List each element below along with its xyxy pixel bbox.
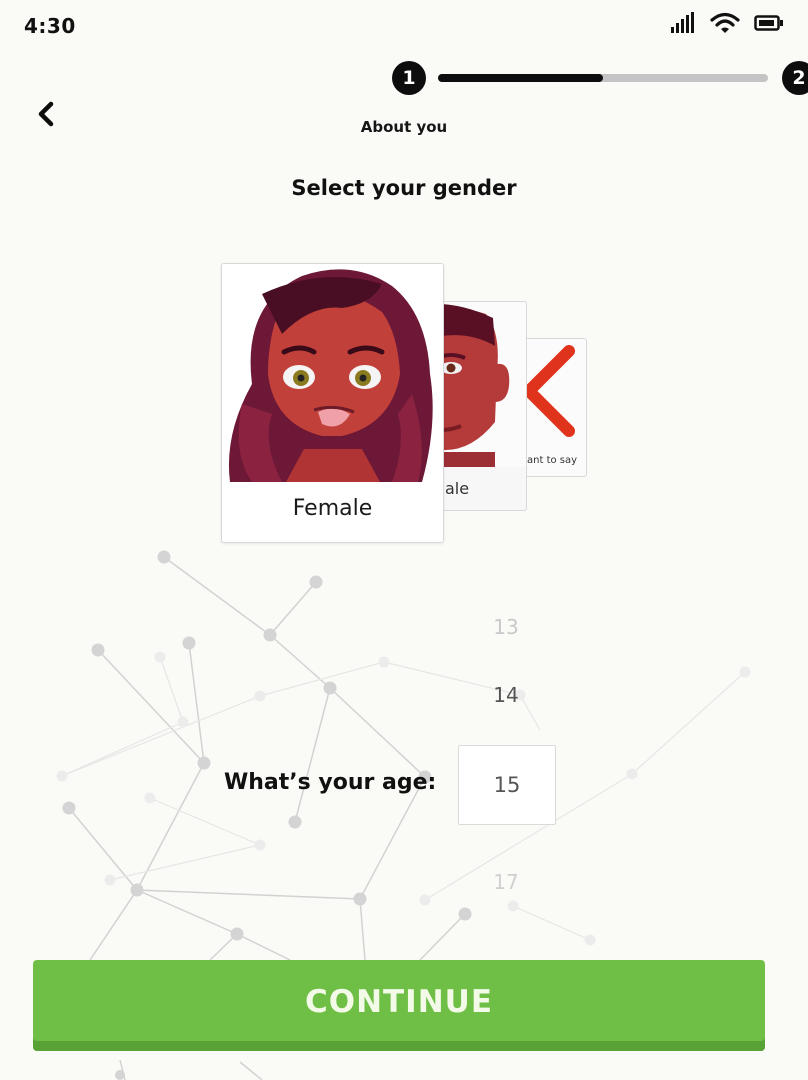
gender-question: Select your gender	[291, 176, 517, 200]
age-selected-text: 15	[493, 773, 521, 797]
gender-card-female[interactable]: Female	[221, 263, 444, 543]
continue-label: CONTINUE	[304, 983, 494, 1020]
status-time: 4:30	[24, 14, 76, 38]
status-bar: 4:30	[0, 0, 808, 52]
female-avatar	[222, 264, 443, 484]
progress-stepper: 1 2	[390, 61, 808, 95]
signal-icon	[671, 12, 694, 33]
progress-track	[438, 74, 768, 82]
gender-label-female: Female	[292, 496, 373, 521]
continue-button[interactable]: CONTINUE	[33, 960, 765, 1051]
battery-icon	[754, 15, 783, 31]
age-option[interactable]: 14	[458, 683, 554, 707]
page-title: About you	[360, 118, 448, 136]
age-option[interactable]: 13	[458, 615, 554, 639]
age-selected-value[interactable]: 15	[458, 745, 556, 825]
progress-fill	[438, 74, 603, 82]
step-indicator-next: 2	[782, 61, 808, 95]
status-icons	[670, 12, 784, 34]
wifi-icon	[710, 12, 740, 33]
age-question: What’s your age:	[224, 770, 437, 795]
age-option[interactable]: 17	[458, 870, 554, 894]
step-indicator-current: 1	[392, 61, 426, 95]
